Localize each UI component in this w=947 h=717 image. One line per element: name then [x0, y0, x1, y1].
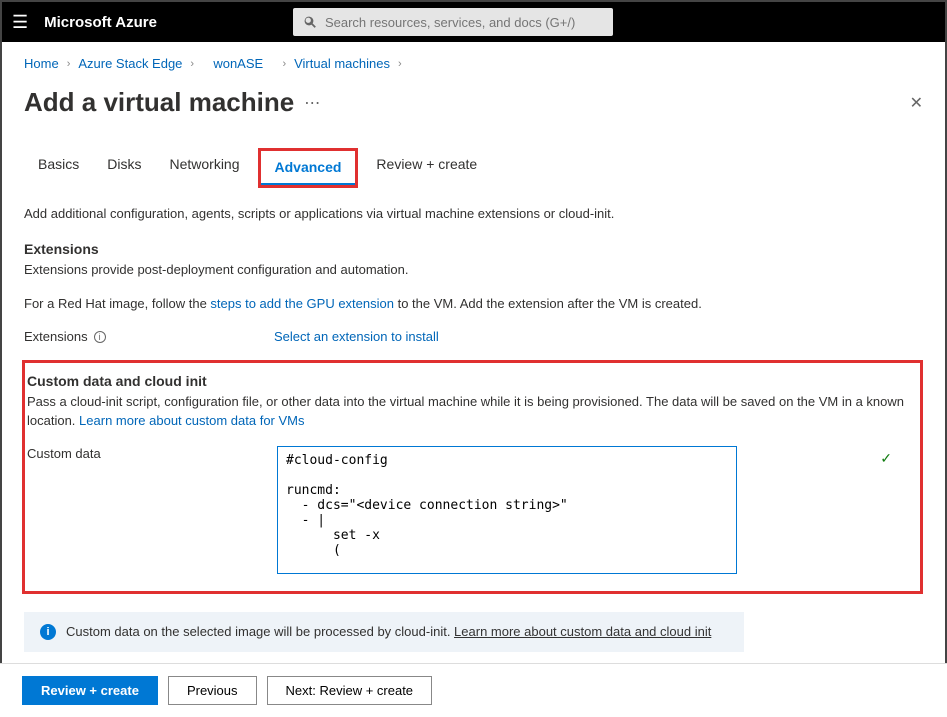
previous-button[interactable]: Previous — [168, 676, 257, 705]
custom-data-row: Custom data ✓ — [25, 446, 910, 577]
custom-data-label: Custom data — [27, 446, 277, 461]
tab-review[interactable]: Review + create — [362, 148, 491, 188]
cloud-init-learn-link[interactable]: Learn more about custom data and cloud i… — [454, 624, 711, 639]
select-extension-link[interactable]: Select an extension to install — [274, 329, 439, 344]
extensions-title: Extensions — [24, 241, 923, 257]
more-icon[interactable]: ⋯ — [304, 93, 321, 113]
cloudinit-desc: Pass a cloud-init script, configuration … — [25, 393, 910, 429]
extensions-redhat: For a Red Hat image, follow the steps to… — [24, 295, 923, 313]
page-title: Add a virtual machine — [24, 87, 294, 118]
brand-label: Microsoft Azure — [44, 14, 157, 31]
search-input[interactable] — [325, 15, 603, 30]
extensions-label: Extensions i — [24, 329, 274, 344]
cloud-init-highlight: Custom data and cloud init Pass a cloud-… — [22, 360, 923, 593]
custom-data-textarea[interactable] — [277, 446, 737, 574]
breadcrumb-vms[interactable]: Virtual machines — [294, 56, 390, 71]
close-icon[interactable]: ✕ — [910, 93, 923, 113]
cloudinit-title: Custom data and cloud init — [25, 373, 910, 389]
tab-advanced-highlight: Advanced — [258, 148, 359, 188]
page-title-row: Add a virtual machine ⋯ ✕ — [24, 87, 923, 118]
chevron-right-icon: › — [278, 58, 290, 70]
breadcrumb-stack-edge[interactable]: Azure Stack Edge — [78, 56, 182, 71]
chevron-right-icon: › — [394, 58, 406, 70]
search-icon — [303, 15, 317, 29]
tab-advanced[interactable]: Advanced — [261, 151, 356, 185]
info-circle-icon: i — [40, 624, 56, 640]
info-box: i Custom data on the selected image will… — [24, 612, 744, 652]
intro-text: Add additional configuration, agents, sc… — [24, 206, 923, 221]
gpu-extension-link[interactable]: steps to add the GPU extension — [210, 296, 394, 311]
main-content: Home› Azure Stack Edge› wonASE › Virtual… — [2, 42, 945, 659]
extensions-row: Extensions i Select an extension to inst… — [24, 329, 923, 344]
check-icon: ✓ — [880, 450, 892, 467]
hamburger-icon[interactable]: ☰ — [12, 12, 28, 33]
extensions-desc: Extensions provide post-deployment confi… — [24, 261, 923, 279]
chevron-right-icon: › — [63, 58, 75, 70]
search-box[interactable] — [293, 8, 613, 36]
breadcrumb: Home› Azure Stack Edge› wonASE › Virtual… — [24, 56, 923, 71]
chevron-right-icon: › — [186, 58, 198, 70]
tab-networking[interactable]: Networking — [155, 148, 253, 188]
review-create-button[interactable]: Review + create — [22, 676, 158, 705]
breadcrumb-home[interactable]: Home — [24, 56, 59, 71]
footer-bar: Review + create Previous Next: Review + … — [0, 663, 947, 717]
breadcrumb-wonase[interactable]: wonASE — [213, 56, 263, 71]
next-button[interactable]: Next: Review + create — [267, 676, 433, 705]
custom-data-learn-link[interactable]: Learn more about custom data for VMs — [79, 413, 304, 428]
extensions-section: Extensions Extensions provide post-deplo… — [24, 241, 923, 344]
infobox-text: Custom data on the selected image will b… — [66, 624, 454, 639]
tabs: Basics Disks Networking Advanced Review … — [24, 148, 923, 188]
tab-basics[interactable]: Basics — [24, 148, 93, 188]
info-icon[interactable]: i — [94, 331, 106, 343]
top-bar: ☰ Microsoft Azure — [2, 2, 945, 42]
tab-disks[interactable]: Disks — [93, 148, 155, 188]
